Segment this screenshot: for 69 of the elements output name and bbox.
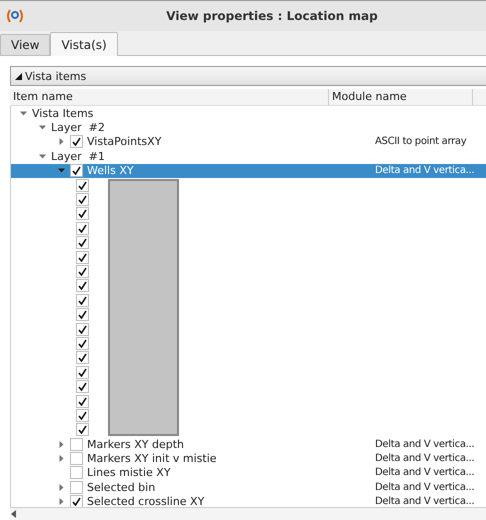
scroll-left-icon[interactable] bbox=[10, 510, 18, 518]
checkbox[interactable] bbox=[76, 236, 89, 250]
expanded-arrow-icon[interactable] bbox=[20, 110, 27, 117]
checkbox[interactable] bbox=[76, 193, 89, 206]
tab[interactable]: Vista(s) bbox=[50, 32, 118, 56]
module-name: Delta and V vertica... bbox=[374, 482, 474, 493]
checkbox[interactable] bbox=[76, 423, 89, 436]
checkbox[interactable] bbox=[76, 380, 89, 394]
expanded-arrow-icon[interactable] bbox=[58, 167, 65, 174]
tree-row[interactable]: Markers XY depth Delta and V vertica... bbox=[11, 436, 486, 452]
tree-row[interactable]: Selected crossline XY Delta and V vertica... bbox=[11, 494, 486, 507]
module-name: Delta and V vertica... bbox=[374, 453, 474, 464]
item-name: Vista Items bbox=[32, 106, 94, 120]
module-name: Delta and V vertica... bbox=[374, 438, 474, 450]
checkbox[interactable] bbox=[76, 322, 89, 336]
expanded-arrow-icon[interactable] bbox=[39, 152, 46, 160]
tree-row[interactable]: VistaPointsXY ASCII to point array bbox=[11, 134, 486, 150]
checkbox[interactable] bbox=[70, 466, 83, 480]
column-header[interactable]: Module name bbox=[329, 89, 473, 105]
item-name: VistaPointsXY bbox=[87, 135, 162, 148]
collapse-arrow-icon bbox=[15, 72, 22, 80]
item-name: Markers XY init v mistie bbox=[87, 452, 217, 466]
group-header[interactable]: Vista items bbox=[10, 66, 486, 86]
check-icon bbox=[72, 137, 81, 146]
tab[interactable]: View bbox=[0, 34, 50, 55]
tree-row[interactable]: Lines mistie XY Delta and V vertica... bbox=[11, 466, 486, 480]
module-name: Delta and V vertica... bbox=[374, 165, 474, 176]
checkbox[interactable] bbox=[76, 351, 89, 364]
checkbox[interactable] bbox=[76, 250, 89, 264]
tree-row[interactable]: Layer #1 bbox=[11, 149, 486, 164]
checkbox[interactable] bbox=[76, 308, 89, 322]
checkbox[interactable] bbox=[76, 207, 89, 220]
item-name: Layer #1 bbox=[51, 150, 105, 163]
window-title: View properties : Location map bbox=[165, 9, 379, 23]
tree-row[interactable]: Selected bin Delta and V vertica... bbox=[11, 480, 486, 495]
item-name: Lines mistie XY bbox=[87, 466, 171, 480]
checkbox[interactable] bbox=[76, 294, 89, 307]
expanded-arrow-icon[interactable] bbox=[39, 124, 46, 132]
check-icon bbox=[72, 497, 81, 506]
checkbox[interactable] bbox=[76, 366, 89, 379]
checkbox[interactable] bbox=[76, 408, 89, 422]
tree-row[interactable]: Markers XY init v mistie Delta and V vertica... bbox=[11, 451, 486, 466]
item-name: Selected crossline XY bbox=[87, 495, 204, 507]
tree-row[interactable]: Layer #2 bbox=[11, 120, 486, 135]
item-name: Wells XY bbox=[87, 164, 134, 178]
checkbox[interactable] bbox=[70, 480, 83, 494]
item-name: Layer #2 bbox=[51, 121, 105, 134]
checkbox[interactable] bbox=[70, 135, 83, 148]
checkbox[interactable] bbox=[70, 164, 83, 178]
checkbox[interactable] bbox=[76, 279, 89, 292]
group-title: Vista items bbox=[25, 70, 86, 82]
checkbox[interactable] bbox=[70, 452, 83, 466]
item-name: Selected bin bbox=[87, 480, 156, 494]
tree-row[interactable]: Vista Items bbox=[11, 106, 486, 120]
checkbox[interactable] bbox=[76, 222, 89, 235]
item-name: Markers XY depth bbox=[87, 438, 184, 451]
checkbox[interactable] bbox=[76, 264, 89, 278]
column-header[interactable]: Item name bbox=[10, 89, 329, 105]
checkbox[interactable] bbox=[70, 438, 83, 451]
module-name: Delta and V vertica... bbox=[374, 467, 474, 478]
module-name: ASCII to point array bbox=[374, 136, 466, 148]
app-logo-icon bbox=[6, 9, 24, 23]
checkbox[interactable] bbox=[76, 394, 89, 408]
checkbox[interactable] bbox=[76, 178, 89, 192]
tree-row[interactable]: Wells XY Delta and V vertica... bbox=[11, 164, 486, 178]
collapsed-arrow-icon[interactable] bbox=[58, 138, 65, 146]
checkbox[interactable] bbox=[76, 336, 89, 350]
module-name: Delta and V vertica... bbox=[374, 496, 474, 507]
checkbox[interactable] bbox=[70, 495, 83, 507]
